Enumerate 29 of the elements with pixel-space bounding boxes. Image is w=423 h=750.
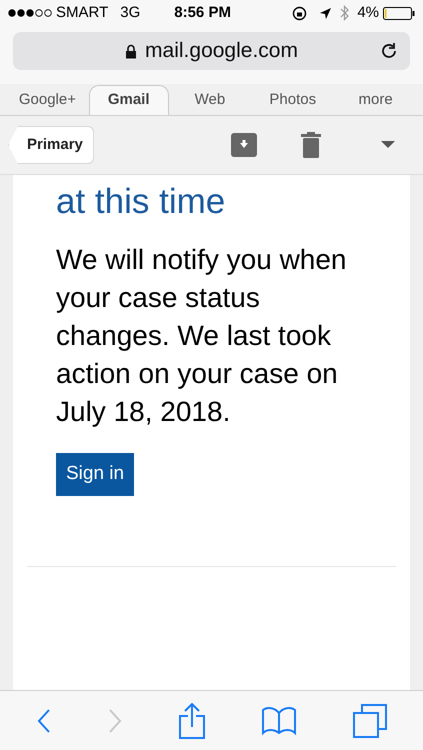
url-text: mail.google.com [145, 38, 298, 64]
tab[interactable]: Photos [251, 85, 334, 115]
carrier: SMART [56, 2, 108, 23]
tab[interactable]: more [334, 85, 417, 115]
message-body: We will notify you when your case status changes. We last took action on your case on July 18, 2018. [56, 243, 348, 429]
address-bar[interactable]: mail.google.com [13, 32, 410, 70]
tabs-icon[interactable] [352, 704, 386, 738]
rotation-lock-icon [292, 6, 308, 20]
back-icon[interactable] [36, 708, 50, 734]
trash-icon[interactable] [301, 132, 321, 158]
tab[interactable]: Web [168, 85, 252, 115]
reload-icon[interactable] [380, 42, 398, 60]
location-arrow-icon [319, 6, 332, 20]
primary-back-button[interactable]: Primary [8, 126, 94, 164]
clock: 8:56 PM [174, 2, 231, 23]
network-type: 3G [120, 2, 140, 23]
battery-percent: 4% [357, 2, 379, 23]
signal-icon [8, 9, 52, 17]
bluetooth-icon [340, 5, 350, 21]
tab[interactable]: Gmail [88, 85, 169, 115]
dropdown-caret-icon[interactable] [381, 141, 395, 149]
archive-icon[interactable] [231, 132, 257, 158]
sign-in-button[interactable]: Sign in [56, 453, 134, 496]
tab[interactable]: Google+ [6, 85, 89, 115]
book-icon[interactable] [262, 706, 296, 734]
battery-icon [383, 6, 415, 20]
share-icon[interactable] [178, 702, 204, 738]
message-heading: at this time [56, 181, 226, 223]
lock-icon [125, 44, 138, 58]
